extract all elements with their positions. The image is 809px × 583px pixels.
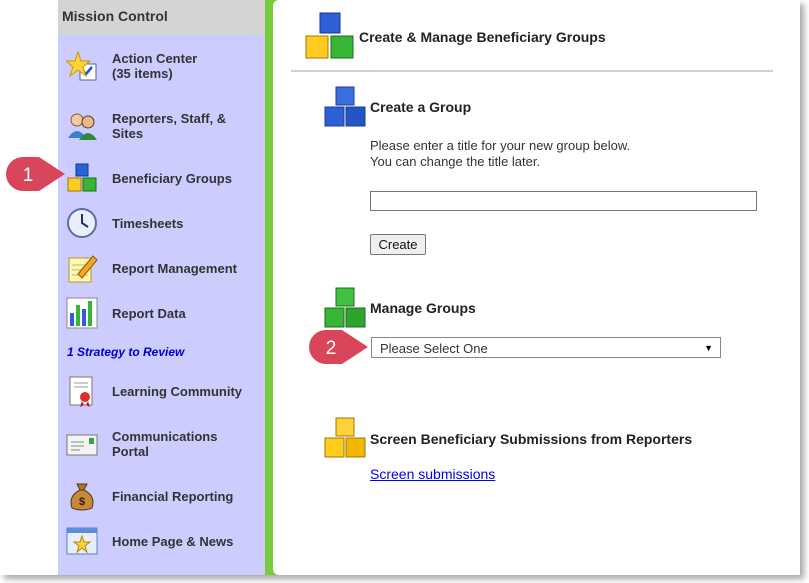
sidebar-item-report-data[interactable]: Report Data <box>58 295 265 331</box>
pencil-notepad-icon <box>68 255 98 283</box>
home-star-icon <box>66 527 98 555</box>
sidebar-item-report-management[interactable]: Report Management <box>58 250 265 286</box>
people-icon <box>68 113 97 140</box>
star-checklist-icon <box>66 50 97 81</box>
svg-text:$: $ <box>79 496 85 508</box>
create-button[interactable]: Create <box>370 234 426 255</box>
sidebar-item-label: Learning Community <box>112 383 243 399</box>
create-group-help: Please enter a title for your new group … <box>370 138 630 170</box>
blocks-icon <box>305 12 354 59</box>
manage-groups-select[interactable]: Please Select One ▼ <box>371 337 721 358</box>
sidebar-item-financial-reporting[interactable]: $ Financial Reporting <box>58 478 265 514</box>
create-group-title: Create a Group <box>370 99 472 115</box>
screen-submissions-link[interactable]: Screen submissions <box>370 466 495 482</box>
sidebar-item-beneficiary-groups[interactable]: Beneficiary Groups <box>58 160 265 196</box>
sidebar-item-label: Beneficiary Groups <box>112 170 232 186</box>
sidebar-item-label: Communications Portal <box>112 429 218 459</box>
sidebar-divider <box>265 0 279 575</box>
sidebar-item-label: Timesheets <box>112 215 184 231</box>
callout-badge-1: 1 <box>6 157 65 191</box>
sidebar-item-timesheets[interactable]: Timesheets <box>58 205 265 241</box>
blue-blocks-icon <box>324 86 366 127</box>
green-blocks-icon <box>324 287 366 328</box>
sidebar-item-label: Report Management <box>112 260 237 276</box>
blocks-icon <box>67 163 97 192</box>
yellow-blocks-icon <box>324 417 366 458</box>
main-content: Create & Manage Beneficiary Groups Creat… <box>277 0 800 575</box>
sidebar-item-label: Report Data <box>112 305 186 321</box>
callout-badge-2: 2 <box>309 330 368 364</box>
help-line-2: You can change the title later. <box>370 154 541 169</box>
help-line-1: Please enter a title for your new group … <box>370 138 631 153</box>
sidebar: Mission Control Action Center (35 items)… <box>58 0 265 575</box>
dropdown-arrow-icon: ▼ <box>704 343 713 353</box>
clock-icon <box>67 208 97 238</box>
certificate-icon <box>69 376 93 407</box>
callout-number: 1 <box>23 165 34 186</box>
sidebar-item-communications-portal[interactable]: Communications Portal <box>58 424 265 464</box>
sidebar-item-label: Financial Reporting <box>112 488 234 504</box>
bar-chart-icon <box>66 297 98 329</box>
sidebar-item-home-page-news[interactable]: Home Page & News <box>58 523 265 559</box>
header-divider <box>291 70 773 72</box>
sidebar-item-label: Reporters, Staff, & Sites <box>112 111 227 141</box>
sidebar-item-label: Home Page & News <box>112 533 234 549</box>
manage-groups-title: Manage Groups <box>370 300 476 316</box>
envelope-icon <box>66 434 98 456</box>
money-bag-icon: $ <box>70 483 94 511</box>
app-window: Mission Control Action Center (35 items)… <box>0 0 800 575</box>
sidebar-item-learning-community[interactable]: Learning Community <box>58 372 265 410</box>
sidebar-item-label: Action Center (35 items) <box>112 51 198 81</box>
sidebar-item-reporters[interactable]: Reporters, Staff, & Sites <box>58 106 265 146</box>
select-value: Please Select One <box>380 341 488 356</box>
strategy-review-link[interactable]: 1 Strategy to Review <box>67 345 184 359</box>
callout-number: 2 <box>326 338 337 359</box>
screen-submissions-title: Screen Beneficiary Submissions from Repo… <box>370 431 693 447</box>
page-title: Create & Manage Beneficiary Groups <box>359 29 606 45</box>
sidebar-item-action-center[interactable]: Action Center (35 items) <box>58 46 265 86</box>
sidebar-header: Mission Control <box>58 0 265 35</box>
group-title-input[interactable] <box>370 191 757 211</box>
